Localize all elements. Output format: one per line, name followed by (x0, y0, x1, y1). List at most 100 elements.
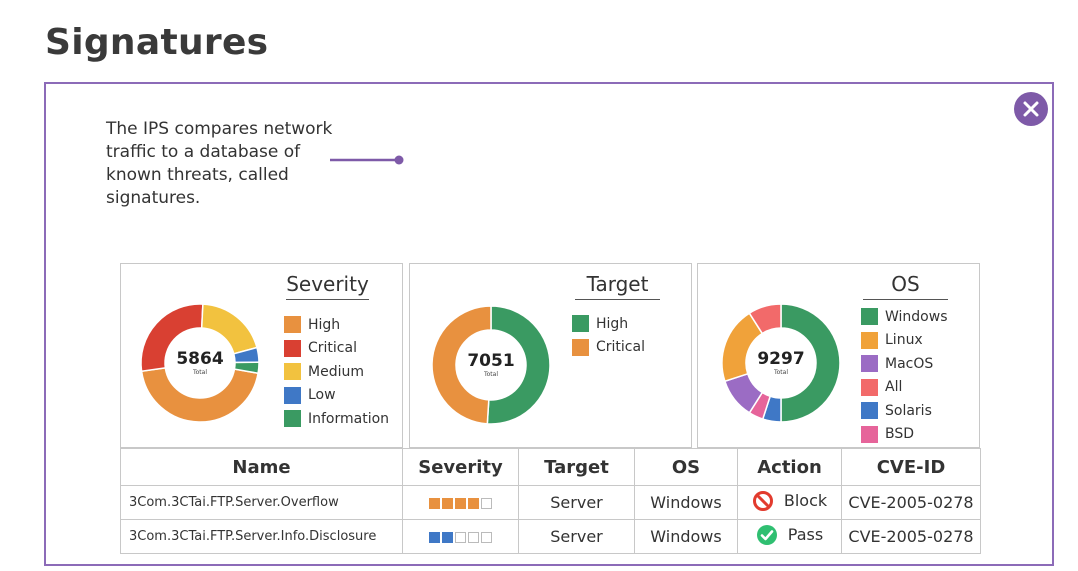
severity-block (429, 498, 440, 509)
severity-block (429, 532, 440, 543)
legend-label: BSD (885, 426, 915, 443)
column-header-action[interactable]: Action (737, 448, 842, 486)
column-header-os[interactable]: OS (634, 448, 738, 486)
intro-text: The IPS compares network traffic to a da… (106, 119, 333, 208)
severity-block (481, 498, 492, 509)
action-cell[interactable]: Pass (737, 519, 842, 554)
legend-swatch (861, 331, 878, 349)
close-button[interactable] (1014, 92, 1048, 126)
severity-cell (402, 519, 519, 554)
column-header-target[interactable]: Target (518, 448, 635, 486)
legend-item-high: High (572, 312, 645, 336)
legend-swatch (284, 316, 301, 334)
legend-label: Information (308, 410, 390, 427)
legend-item-macos: MacOS (861, 352, 948, 376)
severity-total: 5864 (176, 349, 223, 369)
severity-donut-chart: 5864 Total (140, 303, 260, 423)
legend-label: High (308, 316, 341, 333)
callout-connector (330, 155, 404, 165)
os-donut-chart: 9297 Total (721, 303, 841, 423)
legend-item-all: All (861, 376, 948, 400)
legend-item-linux: Linux (861, 329, 948, 353)
legend-item-information: Information (284, 407, 389, 431)
target-total-label: Total (483, 371, 498, 378)
os-total-label: Total (773, 369, 788, 376)
severity-total-label: Total (192, 369, 207, 376)
target-total: 7051 (467, 351, 514, 371)
legend-label: Solaris (885, 402, 932, 419)
table-row[interactable]: 3Com.3CTai.FTP.Server.Overflow Server Wi… (120, 485, 981, 520)
target-legend: High Critical (572, 312, 645, 359)
legend-label: Critical (596, 339, 645, 356)
legend-item-critical: Critical (284, 337, 389, 361)
action-cell[interactable]: Block (737, 485, 842, 520)
legend-swatch (284, 363, 301, 381)
legend-label: Linux (885, 332, 923, 349)
legend-label: Medium (308, 363, 364, 380)
legend-item-solaris: Solaris (861, 399, 948, 423)
legend-item-bsd: BSD (861, 423, 948, 447)
severity-panel: 5864 Total Severity High Critical Medium… (120, 263, 403, 448)
table-header-row: Name Severity Target OS Action CVE-ID (120, 448, 981, 486)
legend-swatch (861, 425, 878, 443)
os-total: 9297 (757, 349, 804, 369)
legend-label: All (885, 379, 903, 396)
legend-swatch (284, 410, 301, 428)
target-donut-chart: 7051 Total (431, 305, 551, 425)
legend-item-high: High (284, 313, 389, 337)
action-label: Pass (787, 525, 824, 544)
close-icon (1023, 101, 1039, 117)
os-cell: Windows (634, 485, 738, 520)
column-header-severity[interactable]: Severity (402, 448, 519, 486)
severity-block (455, 498, 466, 509)
legend-label: Windows (885, 308, 948, 325)
legend-swatch (861, 402, 878, 420)
signatures-table: Name Severity Target OS Action CVE-ID 3C… (120, 448, 981, 554)
legend-item-medium: Medium (284, 360, 389, 384)
target-title: Target (575, 272, 660, 300)
column-header-name[interactable]: Name (120, 448, 403, 486)
severity-level-bar (429, 498, 492, 509)
legend-label: High (596, 315, 629, 332)
page-title: Signatures (45, 22, 269, 63)
table-row[interactable]: 3Com.3CTai.FTP.Server.Info.Disclosure Se… (120, 519, 981, 554)
severity-block (481, 532, 492, 543)
target-cell: Server (518, 519, 635, 554)
legend-label: Critical (308, 340, 357, 357)
severity-block (455, 532, 466, 543)
os-legend: Windows Linux MacOS All Solaris BSD (861, 305, 948, 446)
target-panel: 7051 Total Target High Critical (409, 263, 692, 448)
legend-label: Low (308, 387, 336, 404)
legend-swatch (284, 386, 301, 404)
os-panel: 9297 Total OS Windows Linux MacOS All So… (697, 263, 980, 448)
legend-swatch (861, 308, 878, 326)
cve-cell: CVE-2005-0278 (841, 485, 981, 520)
column-header-cve-id[interactable]: CVE-ID (841, 448, 981, 486)
legend-swatch (861, 378, 878, 396)
severity-block (442, 498, 453, 509)
donut-slice-medium (200, 303, 258, 355)
block-icon (752, 490, 773, 511)
severity-title: Severity (286, 272, 369, 300)
legend-swatch (284, 339, 301, 357)
legend-item-critical: Critical (572, 336, 645, 360)
severity-legend: High Critical Medium Low Information (284, 313, 389, 431)
legend-swatch (861, 355, 878, 373)
signature-name: 3Com.3CTai.FTP.Server.Info.Disclosure (120, 519, 403, 554)
severity-level-bar (429, 532, 492, 543)
os-title: OS (863, 272, 948, 300)
action-label: Block (783, 491, 828, 510)
target-cell: Server (518, 485, 635, 520)
severity-block (468, 532, 479, 543)
severity-block (442, 532, 453, 543)
check-icon (756, 524, 777, 545)
severity-block (468, 498, 479, 509)
os-cell: Windows (634, 519, 738, 554)
legend-item-low: Low (284, 384, 389, 408)
legend-item-windows: Windows (861, 305, 948, 329)
cve-cell: CVE-2005-0278 (841, 519, 981, 554)
legend-label: MacOS (885, 355, 934, 372)
legend-swatch (572, 315, 589, 333)
legend-swatch (572, 338, 589, 356)
severity-cell (402, 485, 519, 520)
